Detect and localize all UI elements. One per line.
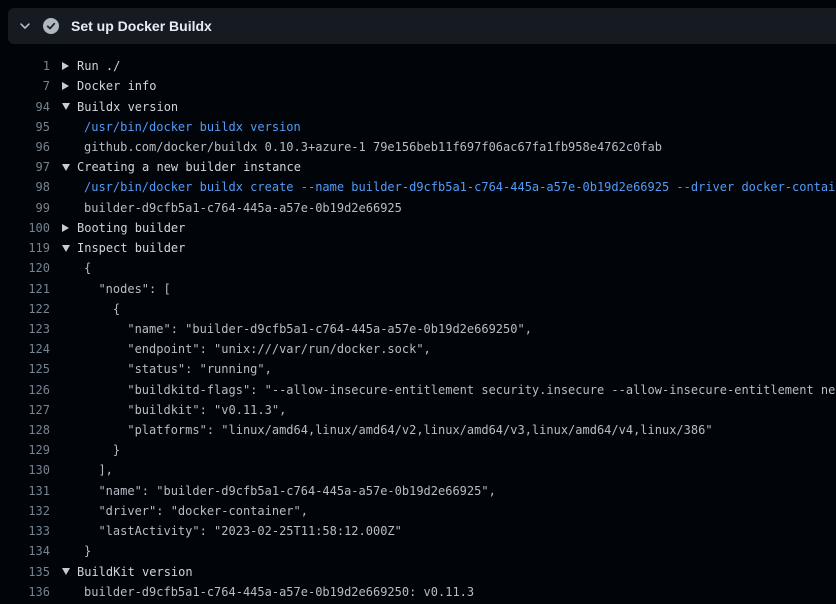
group-toggle-icon[interactable] [62, 245, 77, 252]
step-status-check-icon [43, 18, 59, 34]
log-line: 126 "buildkitd-flags": "--allow-insecure… [0, 380, 836, 400]
line-number[interactable]: 127 [0, 403, 50, 417]
log-line: 129 } [0, 440, 836, 460]
log-line: 132 "driver": "docker-container", [0, 501, 836, 521]
log-group-title[interactable]: Docker info [77, 79, 156, 93]
log-line: 134 } [0, 541, 836, 561]
line-number[interactable]: 124 [0, 342, 50, 356]
log-line-text: { [62, 302, 120, 316]
log-line-text: } [62, 544, 91, 558]
line-number[interactable]: 121 [0, 282, 50, 296]
log-line: 131 "name": "builder-d9cfb5a1-c764-445a-… [0, 481, 836, 501]
log-line: 94 Buildx version [0, 96, 836, 116]
log-line-text: "name": "builder-d9cfb5a1-c764-445a-a57e… [62, 484, 496, 498]
line-number[interactable]: 99 [0, 201, 50, 215]
line-number[interactable]: 119 [0, 241, 50, 255]
log-line: 127 "buildkit": "v0.11.3", [0, 400, 836, 420]
log-line: 130 ], [0, 460, 836, 480]
line-number[interactable]: 136 [0, 585, 50, 599]
log-line-text: /usr/bin/docker buildx create --name bui… [62, 180, 836, 194]
group-toggle-icon[interactable] [62, 164, 77, 171]
log-line: 100 Booting builder [0, 218, 836, 238]
group-toggle-icon[interactable] [62, 568, 77, 575]
log-line-text: "status": "running", [62, 362, 272, 376]
log-line-text: "buildkit": "v0.11.3", [62, 403, 286, 417]
log-line-text: github.com/docker/buildx 0.10.3+azure-1 … [62, 140, 662, 154]
log-group-title[interactable]: BuildKit version [77, 565, 193, 579]
line-number[interactable]: 128 [0, 423, 50, 437]
log-line: 96 github.com/docker/buildx 0.10.3+azure… [0, 137, 836, 157]
log-line-text: "platforms": "linux/amd64,linux/amd64/v2… [62, 423, 713, 437]
log-line: 125 "status": "running", [0, 359, 836, 379]
line-number[interactable]: 98 [0, 180, 50, 194]
group-toggle-icon[interactable] [62, 103, 77, 110]
log-viewer: 1 Run ./ 7 Docker info 94 Buildx version… [0, 56, 836, 604]
line-number[interactable]: 125 [0, 362, 50, 376]
line-number[interactable]: 133 [0, 524, 50, 538]
chevron-down-icon[interactable] [18, 19, 32, 33]
log-line: 123 "name": "builder-d9cfb5a1-c764-445a-… [0, 319, 836, 339]
log-line: 135 BuildKit version [0, 561, 836, 581]
log-line: 120 { [0, 258, 836, 278]
log-line-text: "name": "builder-d9cfb5a1-c764-445a-a57e… [62, 322, 532, 336]
group-toggle-icon[interactable] [62, 82, 77, 90]
log-line: 95 /usr/bin/docker buildx version [0, 117, 836, 137]
log-line: 122 { [0, 299, 836, 319]
line-number[interactable]: 1 [0, 59, 50, 73]
line-number[interactable]: 130 [0, 463, 50, 477]
line-number[interactable]: 134 [0, 544, 50, 558]
line-number[interactable]: 123 [0, 322, 50, 336]
log-line-text: } [62, 443, 120, 457]
log-line: 1 Run ./ [0, 56, 836, 76]
log-line: 97 Creating a new builder instance [0, 157, 836, 177]
log-line: 7 Docker info [0, 76, 836, 96]
log-line-text: /usr/bin/docker buildx version [62, 120, 301, 134]
log-line-text: builder-d9cfb5a1-c764-445a-a57e-0b19d2e6… [62, 201, 402, 215]
line-number[interactable]: 126 [0, 383, 50, 397]
log-group-title[interactable]: Run ./ [77, 59, 120, 73]
log-line: 124 "endpoint": "unix:///var/run/docker.… [0, 339, 836, 359]
line-number[interactable]: 122 [0, 302, 50, 316]
log-group-title[interactable]: Creating a new builder instance [77, 160, 301, 174]
log-line: 121 "nodes": [ [0, 278, 836, 298]
line-number[interactable]: 120 [0, 261, 50, 275]
log-group-title[interactable]: Booting builder [77, 221, 185, 235]
log-line-text: builder-d9cfb5a1-c764-445a-a57e-0b19d2e6… [62, 585, 474, 599]
log-line: 133 "lastActivity": "2023-02-25T11:58:12… [0, 521, 836, 541]
log-line-text: "driver": "docker-container", [62, 504, 308, 518]
log-line: 99 builder-d9cfb5a1-c764-445a-a57e-0b19d… [0, 198, 836, 218]
log-line-text: "buildkitd-flags": "--allow-insecure-ent… [62, 383, 836, 397]
line-number[interactable]: 7 [0, 79, 50, 93]
log-line: 119 Inspect builder [0, 238, 836, 258]
log-line-text: "endpoint": "unix:///var/run/docker.sock… [62, 342, 431, 356]
log-line-text: "lastActivity": "2023-02-25T11:58:12.000… [62, 524, 402, 538]
line-number[interactable]: 97 [0, 160, 50, 174]
log-line: 128 "platforms": "linux/amd64,linux/amd6… [0, 420, 836, 440]
line-number[interactable]: 94 [0, 100, 50, 114]
line-number[interactable]: 129 [0, 443, 50, 457]
group-toggle-icon[interactable] [62, 62, 77, 70]
log-line-text: ], [62, 463, 113, 477]
line-number[interactable]: 135 [0, 565, 50, 579]
log-group-title[interactable]: Buildx version [77, 100, 178, 114]
line-number[interactable]: 100 [0, 221, 50, 235]
line-number[interactable]: 132 [0, 504, 50, 518]
step-header[interactable]: Set up Docker Buildx [8, 8, 836, 44]
line-number[interactable]: 95 [0, 120, 50, 134]
line-number[interactable]: 131 [0, 484, 50, 498]
group-toggle-icon[interactable] [62, 224, 77, 232]
log-group-title[interactable]: Inspect builder [77, 241, 185, 255]
step-title: Set up Docker Buildx [71, 19, 212, 33]
line-number[interactable]: 96 [0, 140, 50, 154]
log-line: 98 /usr/bin/docker buildx create --name … [0, 177, 836, 197]
log-line-text: { [62, 261, 91, 275]
log-line-text: "nodes": [ [62, 282, 171, 296]
log-line: 136 builder-d9cfb5a1-c764-445a-a57e-0b19… [0, 582, 836, 602]
